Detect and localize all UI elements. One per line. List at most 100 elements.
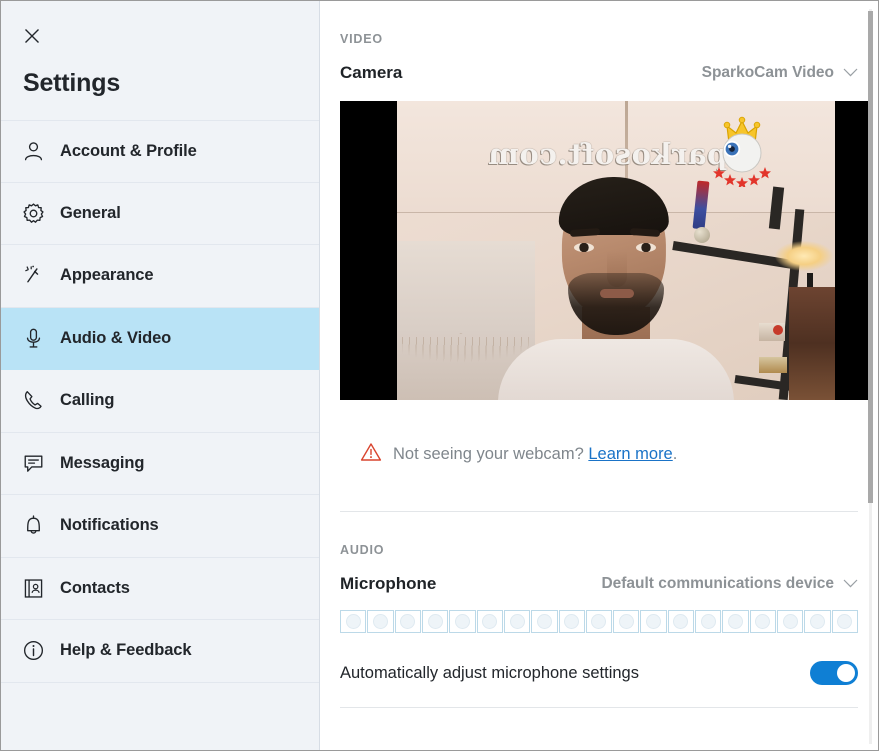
camera-row: Camera SparkoCam Video — [340, 46, 858, 83]
webcam-warning-text: Not seeing your webcam? Learn more. — [393, 445, 677, 464]
preview-person-lip — [600, 289, 634, 298]
sidebar-item-messaging[interactable]: Messaging — [1, 433, 319, 495]
microphone-label: Microphone — [340, 574, 437, 593]
preview-shelf-object-bottom — [759, 357, 787, 373]
meter-segment — [367, 610, 394, 633]
sidebar-item-label: Help & Feedback — [60, 641, 192, 660]
toggle-knob — [837, 664, 855, 682]
settings-nav: Account & Profile General Appearance Aud… — [1, 120, 319, 683]
preview-picture-right — [789, 287, 835, 400]
meter-segment — [804, 610, 831, 633]
meter-segment-dot — [809, 614, 825, 629]
bell-icon — [18, 511, 48, 541]
microphone-icon — [18, 323, 48, 353]
settings-content: VIDEO Camera SparkoCam Video sparkosoft.… — [320, 1, 878, 750]
info-circle-icon — [18, 636, 48, 666]
microphone-level-meter — [340, 610, 858, 633]
sidebar-item-audio-video[interactable]: Audio & Video — [1, 307, 319, 370]
meter-segment-dot — [700, 614, 716, 629]
sidebar-item-label: Account & Profile — [60, 141, 197, 160]
meter-segment — [476, 610, 503, 633]
page-title: Settings — [23, 69, 121, 97]
meter-segment-dot — [536, 614, 552, 629]
sidebar-item-calling[interactable]: Calling — [1, 370, 319, 433]
person-icon — [18, 136, 48, 166]
bottom-divider — [340, 707, 858, 708]
meter-segment — [667, 610, 695, 633]
audio-section-label: AUDIO — [340, 543, 385, 557]
microphone-row: Microphone Default communications device — [340, 557, 858, 594]
camera-preview-video: sparkosoft.com — [397, 101, 835, 400]
meter-segment — [394, 610, 421, 633]
meter-segment — [695, 610, 722, 633]
chevron-down-icon — [843, 575, 858, 593]
camera-preview: sparkosoft.com — [340, 101, 871, 400]
meter-segment — [558, 610, 585, 633]
meter-segment — [640, 610, 667, 633]
meter-segment — [449, 610, 476, 633]
preview-shelf-top — [768, 186, 785, 230]
meter-segment-dot — [400, 614, 416, 629]
preview-shelf-object-dot — [773, 325, 783, 335]
meter-segment-dot — [673, 614, 689, 629]
meter-segment — [531, 610, 558, 633]
meter-segment-dot — [591, 614, 607, 629]
meter-segment — [831, 610, 858, 633]
meter-segment-dot — [728, 614, 744, 629]
learn-more-link[interactable]: Learn more — [588, 445, 672, 463]
sidebar-item-label: Appearance — [60, 266, 154, 285]
meter-segment-dot — [646, 614, 662, 629]
meter-segment-dot — [564, 614, 580, 629]
content-scrollbar[interactable] — [866, 9, 875, 744]
close-button[interactable] — [17, 21, 47, 51]
meter-segment-dot — [509, 614, 525, 629]
settings-content-inner: VIDEO Camera SparkoCam Video sparkosoft.… — [320, 1, 878, 708]
preview-person-eye-right — [636, 243, 656, 252]
camera-label: Camera — [340, 63, 403, 82]
sidebar-item-help-feedback[interactable]: Help & Feedback — [1, 620, 319, 683]
camera-select[interactable]: SparkoCam Video — [702, 64, 858, 82]
preview-person-shirt — [498, 339, 734, 400]
auto-adjust-mic-label: Automatically adjust microphone settings — [340, 663, 639, 682]
camera-select-value: SparkoCam Video — [701, 64, 834, 81]
scrollbar-thumb[interactable] — [868, 11, 873, 503]
meter-segment — [613, 610, 640, 633]
warning-triangle-icon — [360, 442, 382, 467]
settings-sidebar: Settings Account & Profile General Appea… — [1, 1, 320, 750]
phone-icon — [18, 386, 48, 416]
meter-segment-dot — [482, 614, 498, 629]
preview-ceiling-lamp — [775, 241, 833, 271]
meter-segment — [503, 610, 531, 633]
preview-medal-ribbon — [692, 180, 710, 230]
sidebar-item-contacts[interactable]: Contacts — [1, 558, 319, 620]
meter-segment — [722, 610, 749, 633]
gear-icon — [18, 198, 48, 228]
chat-bubble-icon — [18, 448, 48, 478]
webcam-warning-message: Not seeing your webcam? — [393, 445, 584, 463]
sidebar-item-label: Notifications — [60, 516, 159, 535]
sidebar-item-label: Calling — [60, 391, 115, 410]
sidebar-item-notifications[interactable]: Notifications — [1, 495, 319, 558]
meter-segment-dot — [427, 614, 443, 629]
crowned-eyeball-emoji — [705, 113, 779, 189]
webcam-warning: Not seeing your webcam? Learn more. — [340, 400, 858, 467]
sidebar-item-appearance[interactable]: Appearance — [1, 245, 319, 308]
microphone-select[interactable]: Default communications device — [601, 575, 858, 593]
meter-segment-dot — [372, 614, 388, 629]
close-icon — [22, 26, 42, 46]
chevron-down-icon — [843, 64, 858, 82]
sidebar-item-account-profile[interactable]: Account & Profile — [1, 120, 319, 183]
sidebar-item-label: General — [60, 203, 121, 222]
auto-adjust-mic-toggle[interactable] — [810, 661, 858, 685]
preview-medal-disc — [694, 227, 710, 243]
sidebar-item-label: Contacts — [60, 578, 130, 597]
address-book-icon — [18, 573, 48, 603]
sidebar-item-general[interactable]: General — [1, 183, 319, 245]
magic-wand-icon — [18, 261, 48, 291]
webcam-warning-suffix: . — [672, 445, 678, 463]
meter-segment-dot — [345, 614, 361, 629]
meter-segment-dot — [755, 614, 771, 629]
preview-medal — [691, 180, 713, 247]
preview-person-eye-left — [574, 243, 594, 252]
meter-segment — [749, 610, 776, 633]
